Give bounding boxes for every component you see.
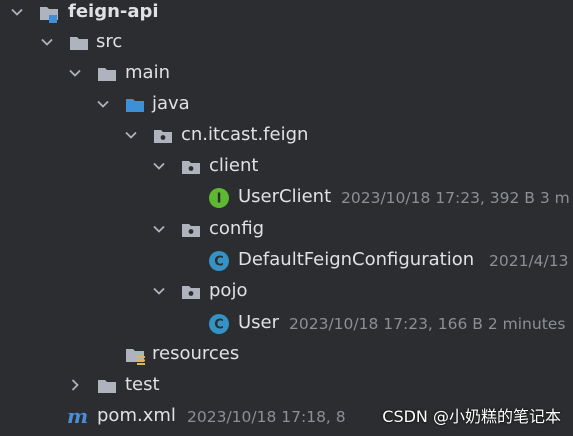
project-tree: feign-api src main java cn.itcast.feign … <box>0 0 573 436</box>
source-folder-icon <box>124 94 146 116</box>
tree-label-pom: pom.xml <box>97 405 176 426</box>
file-meta: 2023/10/18 17:23, 166 B 2 minutes <box>289 315 566 333</box>
tree-label-defaultfeignconfiguration: DefaultFeignConfiguration <box>238 249 475 270</box>
watermark: CSDN @小奶糕的笔记本 <box>382 407 561 426</box>
tree-label-userclient: UserClient <box>238 186 332 207</box>
svg-text:m: m <box>67 406 88 428</box>
folder-icon <box>96 375 118 397</box>
chevron-right-icon[interactable] <box>68 378 82 392</box>
chevron-down-icon[interactable] <box>152 159 166 173</box>
tree-row-user[interactable]: C User 2023/10/18 17:23, 166 B 2 minutes <box>0 308 573 339</box>
svg-text:C: C <box>214 318 224 333</box>
package-icon <box>152 125 174 147</box>
tree-label-package: cn.itcast.feign <box>181 124 309 145</box>
tree-row-pojo[interactable]: pojo <box>0 276 573 307</box>
tree-label-pojo: pojo <box>209 280 248 301</box>
tree-label-client: client <box>209 155 259 176</box>
chevron-down-icon[interactable] <box>152 284 166 298</box>
tree-row-feign-api[interactable]: feign-api <box>0 0 573 28</box>
maven-icon: m <box>66 406 88 428</box>
resources-folder-icon <box>124 344 146 366</box>
chevron-down-icon[interactable] <box>68 66 82 80</box>
package-icon <box>180 219 202 241</box>
folder-icon <box>96 63 118 85</box>
chevron-down-icon[interactable] <box>152 222 166 236</box>
chevron-down-icon[interactable] <box>124 128 138 142</box>
chevron-down-icon[interactable] <box>40 35 54 49</box>
class-icon: C <box>208 313 230 335</box>
tree-label-test: test <box>125 374 160 395</box>
file-meta: 2021/4/13 <box>489 252 569 270</box>
tree-row-defaultfeignconfiguration[interactable]: C DefaultFeignConfiguration 2021/4/13 <box>0 245 573 276</box>
tree-row-java[interactable]: java <box>0 89 573 120</box>
tree-row-src[interactable]: src <box>0 27 573 58</box>
package-icon <box>180 281 202 303</box>
class-icon: C <box>208 250 230 272</box>
package-icon <box>180 156 202 178</box>
file-meta: 2023/10/18 17:18, 8 <box>187 408 346 426</box>
svg-text:I: I <box>217 192 222 207</box>
tree-row-config[interactable]: config <box>0 214 573 245</box>
tree-label-java: java <box>152 93 190 114</box>
tree-label-config: config <box>209 218 265 239</box>
folder-icon <box>68 32 90 54</box>
chevron-down-icon[interactable] <box>10 5 24 19</box>
tree-row-package[interactable]: cn.itcast.feign <box>0 120 573 151</box>
tree-label-resources: resources <box>152 343 240 364</box>
module-folder-icon <box>38 2 60 24</box>
tree-label-user: User <box>238 312 280 333</box>
tree-row-test[interactable]: test <box>0 370 573 401</box>
tree-label-feign-api: feign-api <box>68 1 159 22</box>
chevron-down-icon[interactable] <box>96 97 110 111</box>
tree-label-main: main <box>125 62 170 83</box>
file-meta: 2023/10/18 17:23, 392 B 3 m <box>341 189 570 207</box>
tree-row-resources[interactable]: resources <box>0 339 573 370</box>
svg-text:C: C <box>214 255 224 270</box>
tree-row-client[interactable]: client <box>0 151 573 182</box>
tree-row-main[interactable]: main <box>0 58 573 89</box>
tree-label-src: src <box>96 31 123 52</box>
tree-row-userclient[interactable]: I UserClient 2023/10/18 17:23, 392 B 3 m <box>0 182 573 213</box>
interface-icon: I <box>208 187 230 209</box>
